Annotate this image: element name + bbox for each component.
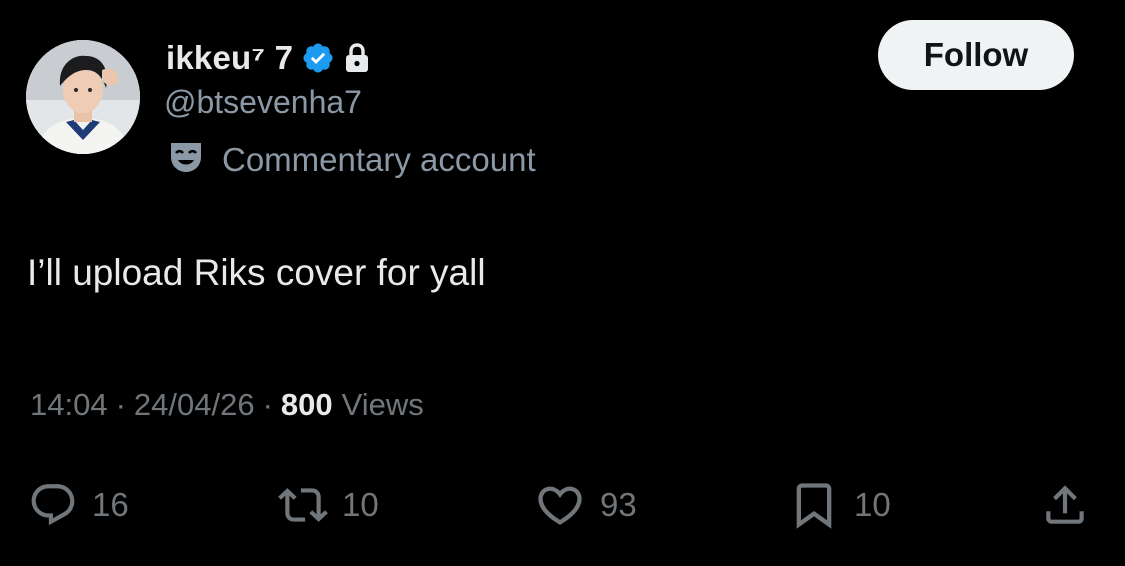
bookmark-button[interactable]: 10	[788, 470, 891, 540]
follow-button[interactable]: Follow	[878, 20, 1074, 90]
like-count: 93	[600, 486, 637, 523]
account-label-text: Commentary account	[222, 140, 536, 178]
share-icon	[1040, 480, 1090, 530]
commentary-mask-icon	[166, 137, 206, 182]
tweet-text: I’ll upload Riks cover for yall	[27, 252, 486, 293]
display-name[interactable]: ikkeu⁷ 7	[166, 39, 293, 77]
retweet-button[interactable]: 10	[278, 470, 379, 540]
tweet-time[interactable]: 14:04	[30, 387, 108, 423]
protected-lock-icon	[343, 42, 371, 74]
retweet-icon	[278, 480, 328, 530]
action-bar: 16 10 93 10	[0, 470, 1125, 540]
meta-separator: ·	[115, 387, 126, 422]
meta-separator: ·	[262, 387, 273, 422]
reply-count: 16	[92, 486, 129, 523]
tweet-meta: 14:04 · 24/04/26 · 800 Views	[30, 387, 424, 423]
like-button[interactable]: 93	[534, 470, 637, 540]
heart-icon	[534, 479, 586, 531]
views-label: Views	[341, 387, 424, 422]
account-label: Commentary account	[166, 137, 536, 182]
user-handle[interactable]: @btsevenha7	[164, 84, 362, 121]
name-row: ikkeu⁷ 7	[166, 36, 371, 80]
views-count: 800	[280, 387, 333, 422]
reply-button[interactable]: 16	[28, 470, 129, 540]
bookmark-count: 10	[854, 486, 891, 523]
bookmark-icon	[788, 479, 840, 531]
avatar-image	[26, 40, 140, 154]
share-button[interactable]	[1040, 470, 1090, 540]
retweet-count: 10	[342, 486, 379, 523]
tweet-card: ikkeu⁷ 7 @btsevenha7 Commentary account …	[0, 0, 1125, 566]
tweet-date[interactable]: 24/04/26	[134, 387, 255, 423]
reply-icon	[28, 480, 78, 530]
verified-badge-icon	[301, 41, 335, 75]
avatar[interactable]	[26, 40, 140, 154]
